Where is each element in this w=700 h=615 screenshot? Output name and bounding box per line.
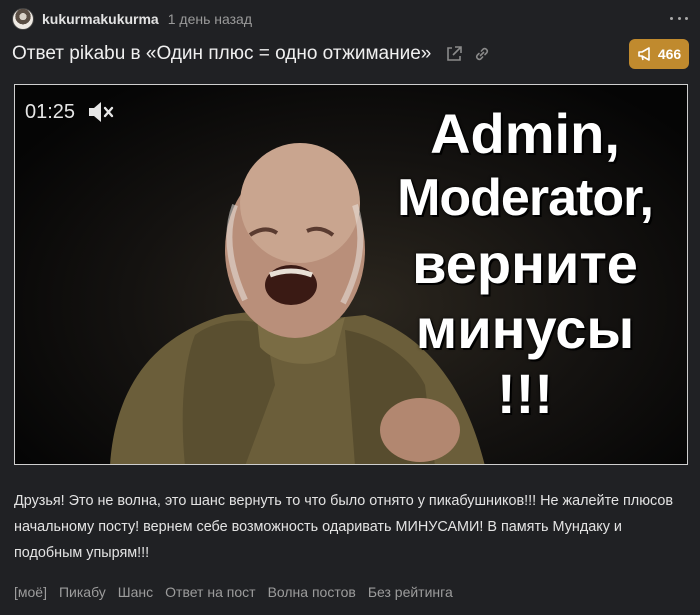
tag-link[interactable]: Волна постов <box>268 584 356 600</box>
post-time: 1 день назад <box>167 11 252 27</box>
author-name[interactable]: kukurmakukurma <box>42 11 159 27</box>
avatar[interactable] <box>12 8 34 30</box>
mute-icon[interactable] <box>87 100 115 124</box>
external-link-icon[interactable] <box>445 45 463 63</box>
tag-list: [моё] Пикабу Шанс Ответ на пост Волна по… <box>14 584 465 600</box>
tag-link[interactable]: Пикабу <box>59 584 106 600</box>
rating-value: 466 <box>657 46 682 62</box>
megaphone-icon <box>638 47 650 61</box>
post-body-text: Друзья! Это не волна, это шанс вернуть т… <box>14 493 673 561</box>
video-player[interactable]: 01:25 Admin, Moderator, верните минусы !… <box>14 84 688 465</box>
rating-badge[interactable]: 466 <box>629 39 689 69</box>
overlay-line: Admin, <box>430 102 620 165</box>
overlay-line: !!! <box>497 362 553 425</box>
post-header: kukurmakukurma 1 день назад <box>12 6 692 32</box>
link-icon[interactable] <box>473 45 491 63</box>
more-dots-icon[interactable] <box>668 8 690 28</box>
overlay-line: минусы <box>415 297 635 360</box>
video-time: 01:25 <box>25 101 76 123</box>
overlay-line: Moderator, <box>397 169 654 227</box>
tag-link[interactable]: Ответ на пост <box>165 584 255 600</box>
overlay-line: верните <box>412 232 638 295</box>
tag-link[interactable]: Шанс <box>118 584 153 600</box>
post-title[interactable]: Ответ pikabu в «Один плюс = одно отжиман… <box>12 43 431 65</box>
tag-link[interactable]: Без рейтинга <box>368 584 453 600</box>
post-title-row: Ответ pikabu в «Один плюс = одно отжиман… <box>12 39 692 69</box>
tag-link[interactable]: [моё] <box>14 584 47 600</box>
video-overlay-text: Admin, Moderator, верните минусы !!! <box>377 101 673 426</box>
